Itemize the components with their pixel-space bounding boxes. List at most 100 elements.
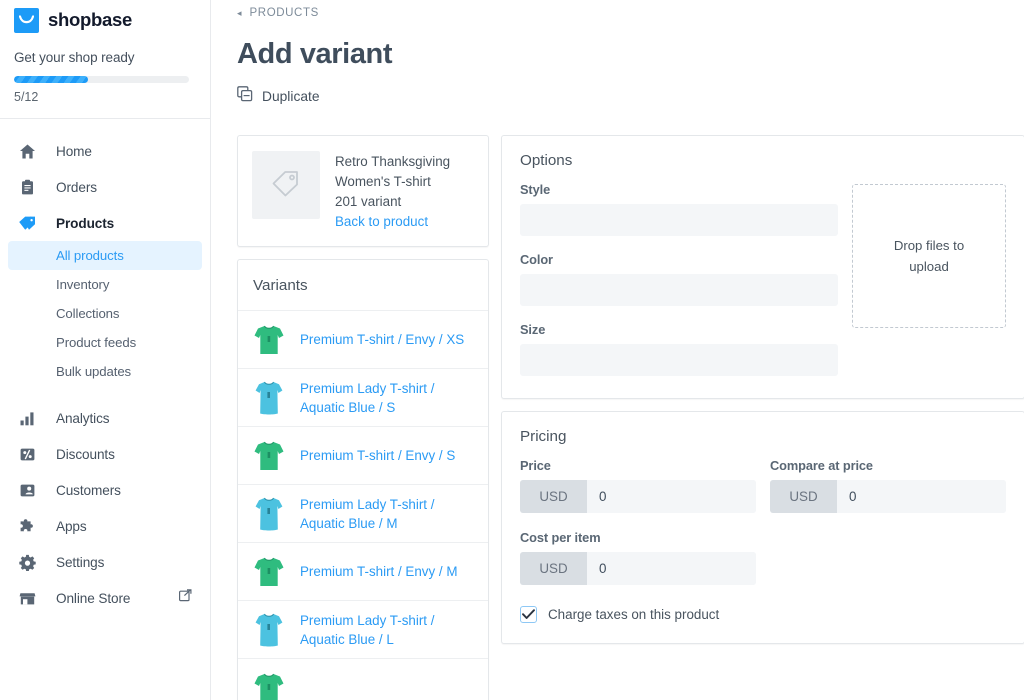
variant-row[interactable]: Premium Lady T-shirt / Aquatic Blue / L — [238, 601, 488, 659]
onboarding-progress-label: 5/12 — [14, 90, 39, 104]
sidebar: shopbase Get your shop ready 5/12 Home O… — [0, 0, 211, 700]
variant-row[interactable]: Premium T-shirt / Envy / M — [238, 543, 488, 601]
style-label: Style — [520, 182, 551, 197]
sidebar-subitem-label: Collections — [56, 306, 120, 321]
sidebar-item-customers[interactable]: Customers — [0, 472, 210, 508]
sidebar-item-online-store[interactable]: Online Store — [0, 580, 210, 616]
variant-row[interactable]: Premium T-shirt / Envy / S — [238, 427, 488, 485]
sidebar-item-label: Settings — [56, 554, 105, 570]
cost-per-item-label: Cost per item — [520, 530, 601, 545]
price-input-wrapper: USD — [520, 480, 756, 513]
back-arrow-icon: ◂ — [237, 7, 242, 18]
sidebar-item-settings[interactable]: Settings — [0, 544, 210, 580]
price-label: Price — [520, 458, 551, 473]
cost-per-item-input[interactable] — [587, 552, 756, 585]
sidebar-subitem-label: Bulk updates — [56, 364, 132, 379]
variant-row[interactable]: Premium T-shirt / Envy / XS — [238, 311, 488, 369]
sidebar-subitem-label: Inventory — [56, 277, 110, 292]
back-to-product-link[interactable]: Back to product — [335, 212, 450, 231]
options-fields: Style Color Size — [520, 182, 838, 376]
tshirt-green-icon — [252, 553, 286, 591]
price-field-group: Price USD — [520, 458, 756, 513]
variant-row[interactable]: Premium Lady T-shirt / Aquatic Blue / S — [238, 369, 488, 427]
tag-placeholder-icon — [270, 168, 302, 203]
product-summary-card: Retro Thanksgiving Women's T-shirt 201 v… — [237, 135, 489, 247]
cost-input-wrapper: USD — [520, 552, 756, 585]
duplicate-button[interactable]: Duplicate — [237, 86, 1004, 107]
content-columns: Retro Thanksgiving Women's T-shirt 201 v… — [237, 135, 1024, 700]
right-column: Options Style Color Size Drop files to u… — [501, 135, 1024, 644]
sidebar-item-collections[interactable]: Collections — [8, 299, 202, 328]
product-thumbnail — [252, 151, 320, 219]
sidebar-item-label: Products — [56, 215, 115, 231]
compare-price-field-group: Compare at price USD — [770, 458, 1006, 513]
sidebar-item-apps[interactable]: Apps — [0, 508, 210, 544]
sidebar-item-label: Customers — [56, 482, 121, 498]
variant-label: Premium Lady T-shirt / Aquatic Blue / S — [300, 380, 435, 415]
brand-logo[interactable]: shopbase — [0, 0, 210, 34]
tshirt-blue-icon — [252, 611, 286, 649]
options-card: Options Style Color Size Drop files to u… — [501, 135, 1024, 399]
options-title: Options — [520, 152, 573, 169]
duplicate-icon — [237, 86, 253, 107]
variant-label: Premium Lady T-shirt / Aquatic Blue / M — [300, 496, 435, 531]
variant-label: Premium Lady T-shirt / Aquatic Blue / L — [300, 612, 435, 647]
charge-taxes-checkbox[interactable] — [520, 606, 537, 623]
sidebar-item-bulk-updates[interactable]: Bulk updates — [8, 357, 202, 386]
charge-taxes-row[interactable]: Charge taxes on this product — [520, 606, 1006, 623]
clipboard-icon — [17, 177, 38, 198]
gear-icon — [17, 552, 38, 573]
left-column: Retro Thanksgiving Women's T-shirt 201 v… — [237, 135, 489, 700]
cost-field-group: Cost per item USD — [520, 530, 756, 585]
sidebar-item-product-feeds[interactable]: Product feeds — [8, 328, 202, 357]
home-icon — [17, 141, 38, 162]
breadcrumb[interactable]: ◂ PRODUCTS — [237, 0, 1004, 22]
sidebar-item-inventory[interactable]: Inventory — [8, 270, 202, 299]
variant-label: Premium T-shirt / Envy / XS — [300, 332, 465, 347]
cost-row: Cost per item USD — [520, 530, 1006, 585]
pricing-card: Pricing Price USD Compare at price — [501, 411, 1024, 644]
product-info: Retro Thanksgiving Women's T-shirt 201 v… — [335, 151, 450, 231]
sidebar-subitem-label: All products — [56, 248, 124, 263]
options-body: Style Color Size Drop files to upload — [520, 182, 1006, 376]
variant-row[interactable] — [238, 659, 488, 700]
color-label: Color — [520, 252, 553, 267]
product-variant-count: 201 variant — [335, 194, 402, 209]
percent-tag-icon — [17, 444, 38, 465]
external-link-icon[interactable] — [179, 589, 192, 607]
sidebar-item-orders[interactable]: Orders — [0, 169, 210, 205]
sidebar-item-label: Online Store — [56, 590, 131, 606]
compare-price-currency: USD — [770, 480, 837, 513]
brand-name: shopbase — [48, 9, 132, 30]
sidebar-item-products[interactable]: Products — [0, 205, 210, 241]
price-input[interactable] — [587, 480, 756, 513]
sidebar-item-analytics[interactable]: Analytics — [0, 400, 210, 436]
variants-list: Premium T-shirt / Envy / XS Premium Lady … — [238, 311, 488, 700]
sidebar-item-label: Home — [56, 143, 92, 159]
variant-row[interactable]: Premium Lady T-shirt / Aquatic Blue / M — [238, 485, 488, 543]
compare-price-input[interactable] — [837, 480, 1006, 513]
color-input[interactable] — [520, 274, 838, 306]
tshirt-green-icon — [252, 669, 286, 700]
variant-label: Premium T-shirt / Envy / S — [300, 448, 456, 463]
sidebar-item-label: Apps — [56, 518, 87, 534]
shop-ready-section: Get your shop ready 5/12 — [0, 34, 210, 104]
size-input[interactable] — [520, 344, 838, 376]
style-input[interactable] — [520, 204, 838, 236]
sidebar-item-discounts[interactable]: Discounts — [0, 436, 210, 472]
tag-icon — [17, 213, 38, 234]
tshirt-blue-icon — [252, 379, 286, 417]
tshirt-green-icon — [252, 437, 286, 475]
breadcrumb-label: PRODUCTS — [249, 7, 319, 19]
variants-card: Variants Premium T-shirt / Envy / XS Prem… — [237, 259, 489, 700]
pricing-title: Pricing — [520, 428, 567, 445]
charge-taxes-label: Charge taxes on this product — [548, 607, 720, 622]
bar-chart-icon — [17, 408, 38, 429]
file-dropzone[interactable]: Drop files to upload — [852, 184, 1006, 328]
sidebar-item-all-products[interactable]: All products — [8, 241, 202, 270]
compare-price-label: Compare at price — [770, 458, 873, 473]
product-name-line2: Women's T-shirt — [335, 174, 431, 189]
sidebar-item-home[interactable]: Home — [0, 133, 210, 169]
page-title: Add variant — [237, 38, 393, 70]
